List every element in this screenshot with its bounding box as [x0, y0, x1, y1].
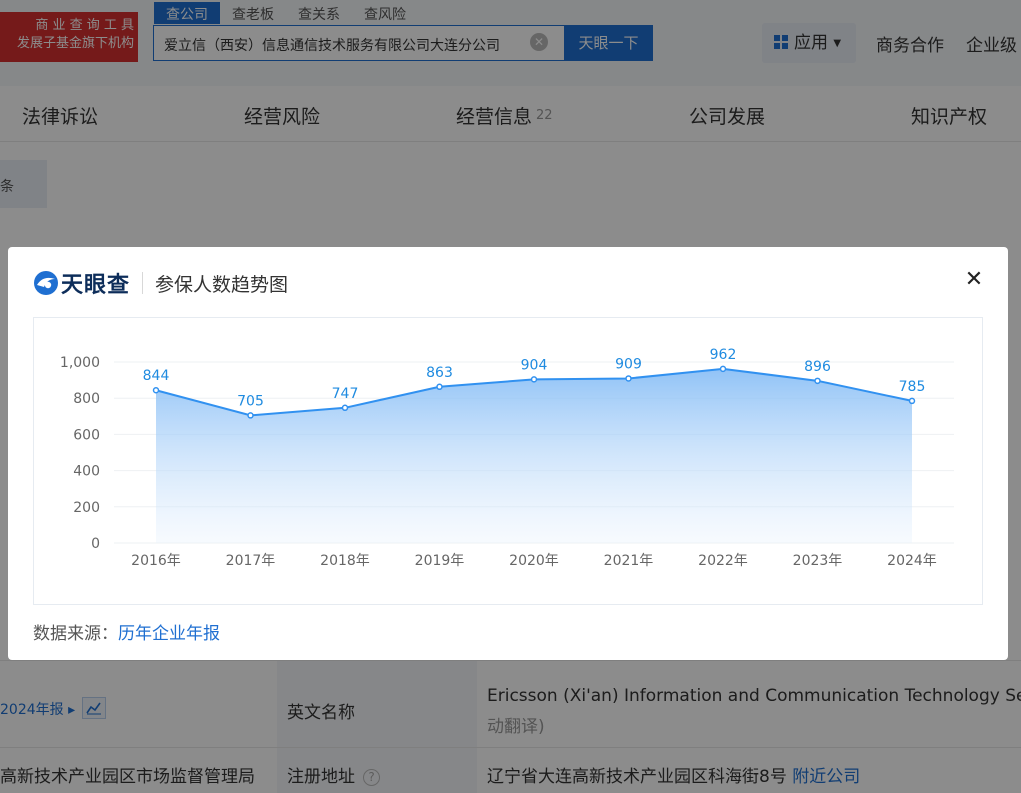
tianyancha-logo-icon — [34, 271, 58, 295]
source-label: 数据来源： — [33, 624, 118, 644]
data-label: 909 — [615, 356, 642, 372]
data-point — [719, 365, 727, 373]
data-label: 904 — [521, 357, 548, 373]
x-tick-label: 2017年 — [226, 553, 276, 569]
data-source: 数据来源：历年企业年报 — [33, 619, 220, 644]
data-point — [908, 397, 916, 405]
x-tick-label: 2019年 — [415, 553, 465, 569]
data-point — [814, 377, 821, 385]
data-label: 705 — [237, 393, 264, 409]
data-label: 863 — [426, 365, 453, 381]
modal-title: 参保人数趋势图 — [155, 273, 289, 296]
data-label: 785 — [899, 379, 926, 395]
close-button[interactable]: ✕ — [963, 269, 985, 291]
area-fill — [156, 368, 912, 543]
data-label: 896 — [804, 359, 831, 375]
y-tick-label: 800 — [73, 391, 100, 407]
x-tick-label: 2021年 — [604, 553, 654, 569]
chart-frame: 0 200 400 600 800 1,000 844 2016年 705 2017年 747 201… — [33, 317, 983, 605]
x-tick-label: 2020年 — [509, 553, 559, 569]
y-tick-label: 1,000 — [60, 355, 100, 371]
y-tick-label: 600 — [73, 427, 100, 443]
data-point — [625, 375, 632, 382]
brand-name: 天眼查 — [61, 273, 131, 298]
y-tick-label: 200 — [73, 500, 100, 516]
x-tick-label: 2024年 — [887, 553, 937, 569]
modal-header: 天眼查 参保人数趋势图 — [33, 269, 289, 298]
y-tick-label: 0 — [91, 536, 100, 552]
data-label: 962 — [710, 347, 737, 363]
data-point — [152, 386, 160, 394]
data-point — [247, 412, 254, 419]
x-tick-label: 2022年 — [698, 553, 748, 569]
x-tick-label: 2023年 — [793, 553, 843, 569]
source-link[interactable]: 历年企业年报 — [118, 624, 220, 644]
data-point — [341, 404, 349, 412]
x-tick-label: 2016年 — [131, 553, 181, 569]
data-label: 844 — [143, 368, 170, 384]
data-label: 747 — [332, 386, 359, 402]
trend-modal: 天眼查 参保人数趋势图 ✕ 0 200 400 600 800 1,000 844 2016年… — [8, 247, 1008, 660]
x-tick-label: 2018年 — [320, 553, 370, 569]
data-point — [436, 383, 443, 391]
data-point — [530, 376, 538, 383]
y-tick-label: 400 — [73, 464, 100, 480]
insured-trend-chart: 0 200 400 600 800 1,000 844 2016年 705 2017年 747 201… — [60, 347, 954, 569]
brand-divider — [142, 272, 144, 294]
